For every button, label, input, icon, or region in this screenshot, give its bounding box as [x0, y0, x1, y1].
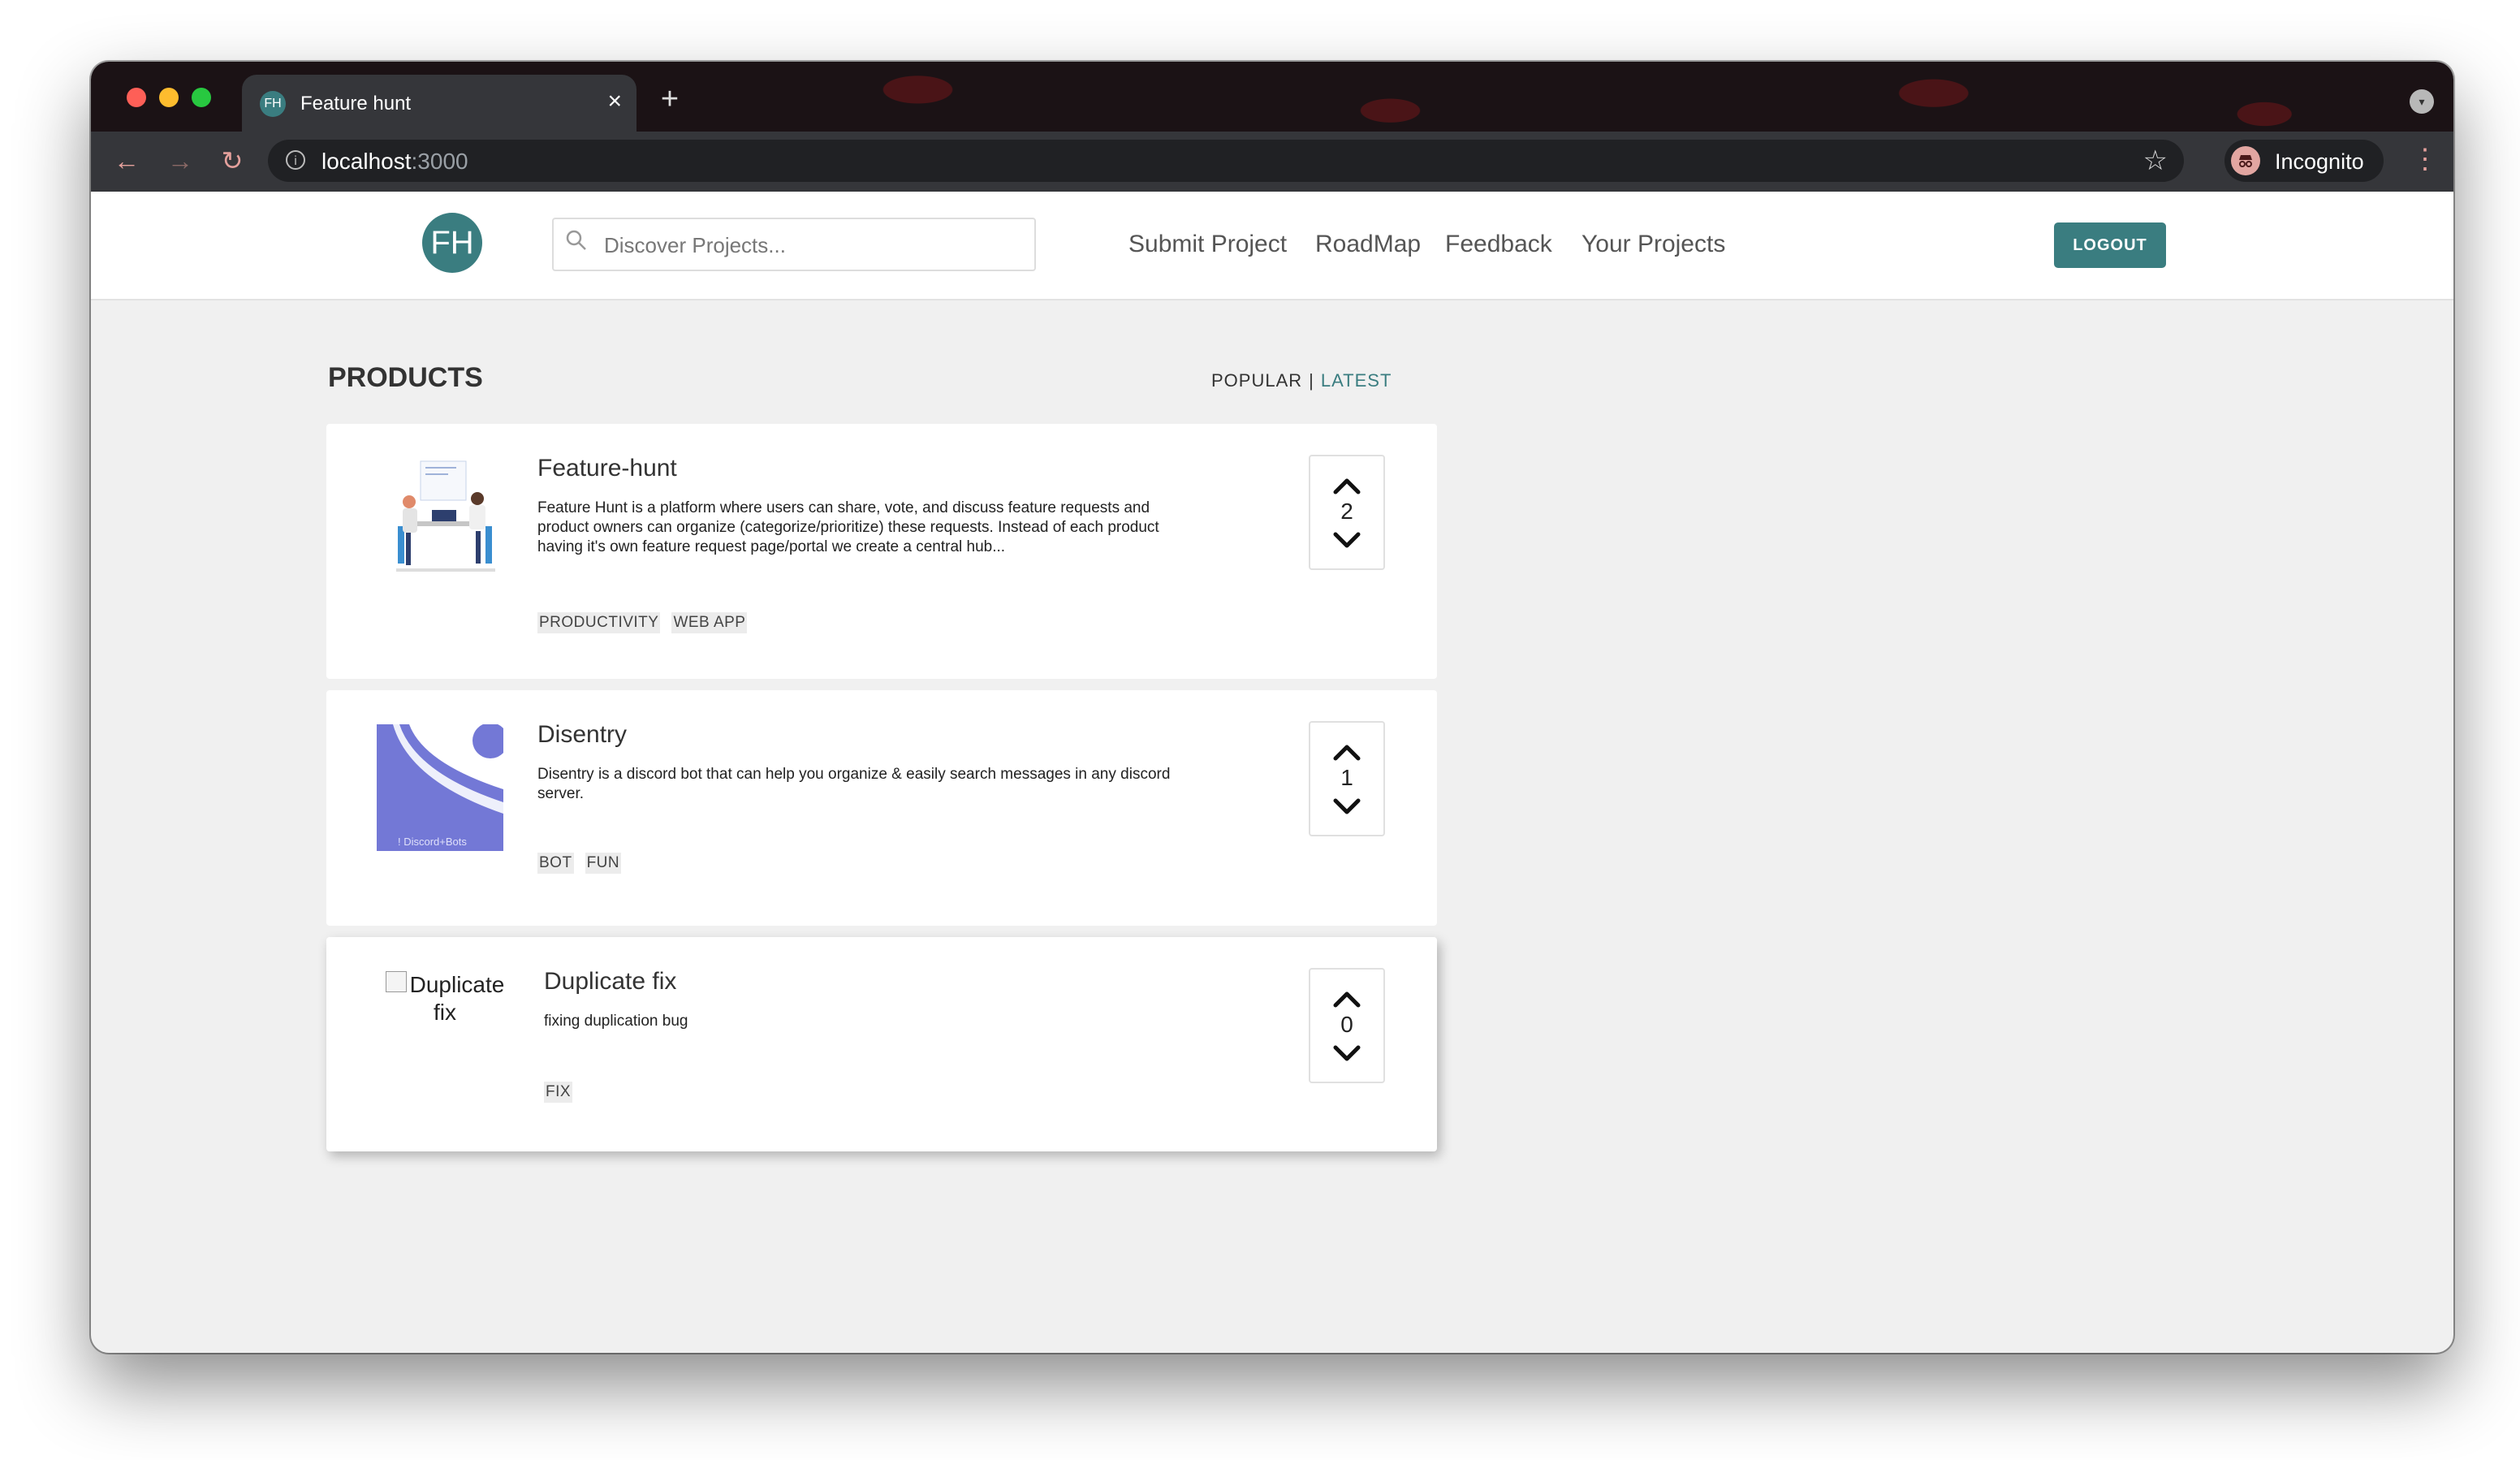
sort-popular[interactable]: POPULAR [1211, 370, 1302, 391]
nav-roadmap[interactable]: RoadMap [1315, 231, 1421, 258]
products-heading: PRODUCTS [328, 362, 483, 393]
site-logo[interactable]: FH [422, 213, 482, 273]
incognito-label: Incognito [2275, 149, 2364, 174]
nav-submit-project[interactable]: Submit Project [1128, 231, 1287, 258]
product-title[interactable]: Disentry [537, 721, 627, 749]
product-description: Disentry is a discord bot that can help … [537, 766, 1171, 802]
nav-feedback[interactable]: Feedback [1445, 231, 1552, 258]
broken-image-alt: Duplicate fix [409, 972, 505, 1025]
site-header: FH Submit Project RoadMap Feedback Your … [91, 192, 2453, 300]
downvote-chevron-down-icon[interactable] [1310, 526, 1383, 559]
new-tab-button[interactable]: + [651, 81, 688, 119]
vote-count: 0 [1340, 1012, 1353, 1037]
search-input[interactable] [602, 227, 1020, 263]
url-text: localhost:3000 [321, 149, 468, 175]
sort-latest[interactable]: LATEST [1321, 370, 1392, 391]
minimize-window-button[interactable] [159, 88, 179, 107]
product-thumbnail: ! Discord+Bots [377, 724, 503, 851]
product-title[interactable]: Feature-hunt [537, 455, 677, 482]
tab-favicon-icon: FH [260, 91, 286, 117]
thumbnail-caption: ! Discord+Bots [398, 836, 467, 848]
product-tags: BOT FUN [537, 853, 622, 874]
close-tab-icon[interactable]: × [607, 89, 622, 114]
tab-strip: FH Feature hunt × + ▾ [91, 62, 2453, 132]
url-host: localhost [321, 149, 412, 174]
product-tags: PRODUCTIVITY WEB APP [537, 612, 748, 633]
vote-box: 2 [1309, 455, 1385, 570]
incognito-badge[interactable]: Incognito [2224, 140, 2384, 182]
maximize-window-button[interactable] [192, 88, 211, 107]
product-title[interactable]: Duplicate fix [544, 968, 676, 996]
sort-toggle: POPULAR | LATEST [1211, 370, 1392, 391]
forward-icon[interactable]: → [162, 143, 198, 179]
nav-your-projects[interactable]: Your Projects [1581, 231, 1725, 258]
broken-image-icon [385, 971, 407, 992]
search-box[interactable] [552, 218, 1036, 271]
product-card[interactable]: ! Discord+Bots Disentry Disentry is a di… [326, 690, 1437, 926]
sort-separator: | [1309, 370, 1314, 391]
product-description: Feature Hunt is a platform where users c… [537, 499, 1159, 555]
downvote-chevron-down-icon[interactable] [1310, 793, 1383, 825]
browser-toolbar: ← → ↻ i localhost:3000 ☆ Incognito ⋮ [91, 132, 2453, 192]
upvote-chevron-up-icon[interactable] [1310, 983, 1383, 1015]
upvote-chevron-up-icon[interactable] [1310, 469, 1383, 502]
address-bar[interactable]: i localhost:3000 ☆ [268, 140, 2184, 182]
product-tag[interactable]: BOT [537, 853, 574, 874]
product-tag[interactable]: WEB APP [671, 612, 748, 633]
broken-image: Duplicate fix [372, 971, 518, 1026]
product-tag[interactable]: PRODUCTIVITY [537, 612, 661, 633]
product-tag[interactable]: FIX [544, 1082, 573, 1103]
back-icon[interactable]: ← [109, 143, 145, 179]
bookmark-star-icon[interactable]: ☆ [2143, 145, 2168, 177]
product-thumbnail [383, 456, 505, 578]
tab-search-icon[interactable]: ▾ [2410, 89, 2434, 114]
browser-tab[interactable]: FH Feature hunt × [242, 75, 636, 132]
product-tag[interactable]: FUN [585, 853, 622, 874]
incognito-icon [2231, 146, 2260, 175]
vote-count: 1 [1340, 765, 1353, 790]
info-icon[interactable]: i [286, 150, 305, 170]
tab-title: Feature hunt [300, 93, 412, 114]
downvote-chevron-down-icon[interactable] [1310, 1039, 1383, 1072]
product-tags: FIX [544, 1082, 573, 1103]
product-description: fixing duplication bug [544, 1013, 688, 1030]
product-card[interactable]: Feature-hunt Feature Hunt is a platform … [326, 424, 1437, 679]
kebab-menu-icon[interactable]: ⋮ [2411, 143, 2439, 175]
search-icon [565, 229, 588, 257]
browser-window: FH Feature hunt × + ▾ ← → ↻ i localhost:… [91, 62, 2453, 1353]
vote-box: 0 [1309, 968, 1385, 1083]
vote-count: 2 [1340, 499, 1353, 524]
upvote-chevron-up-icon[interactable] [1310, 736, 1383, 768]
url-port: :3000 [411, 149, 468, 174]
product-card[interactable]: Duplicate fix Duplicate fix fixing dupli… [326, 937, 1437, 1151]
logout-button[interactable]: LOGOUT [2054, 222, 2166, 268]
close-window-button[interactable] [127, 88, 146, 107]
vote-box: 1 [1309, 721, 1385, 836]
reload-icon[interactable]: ↻ [214, 143, 250, 179]
